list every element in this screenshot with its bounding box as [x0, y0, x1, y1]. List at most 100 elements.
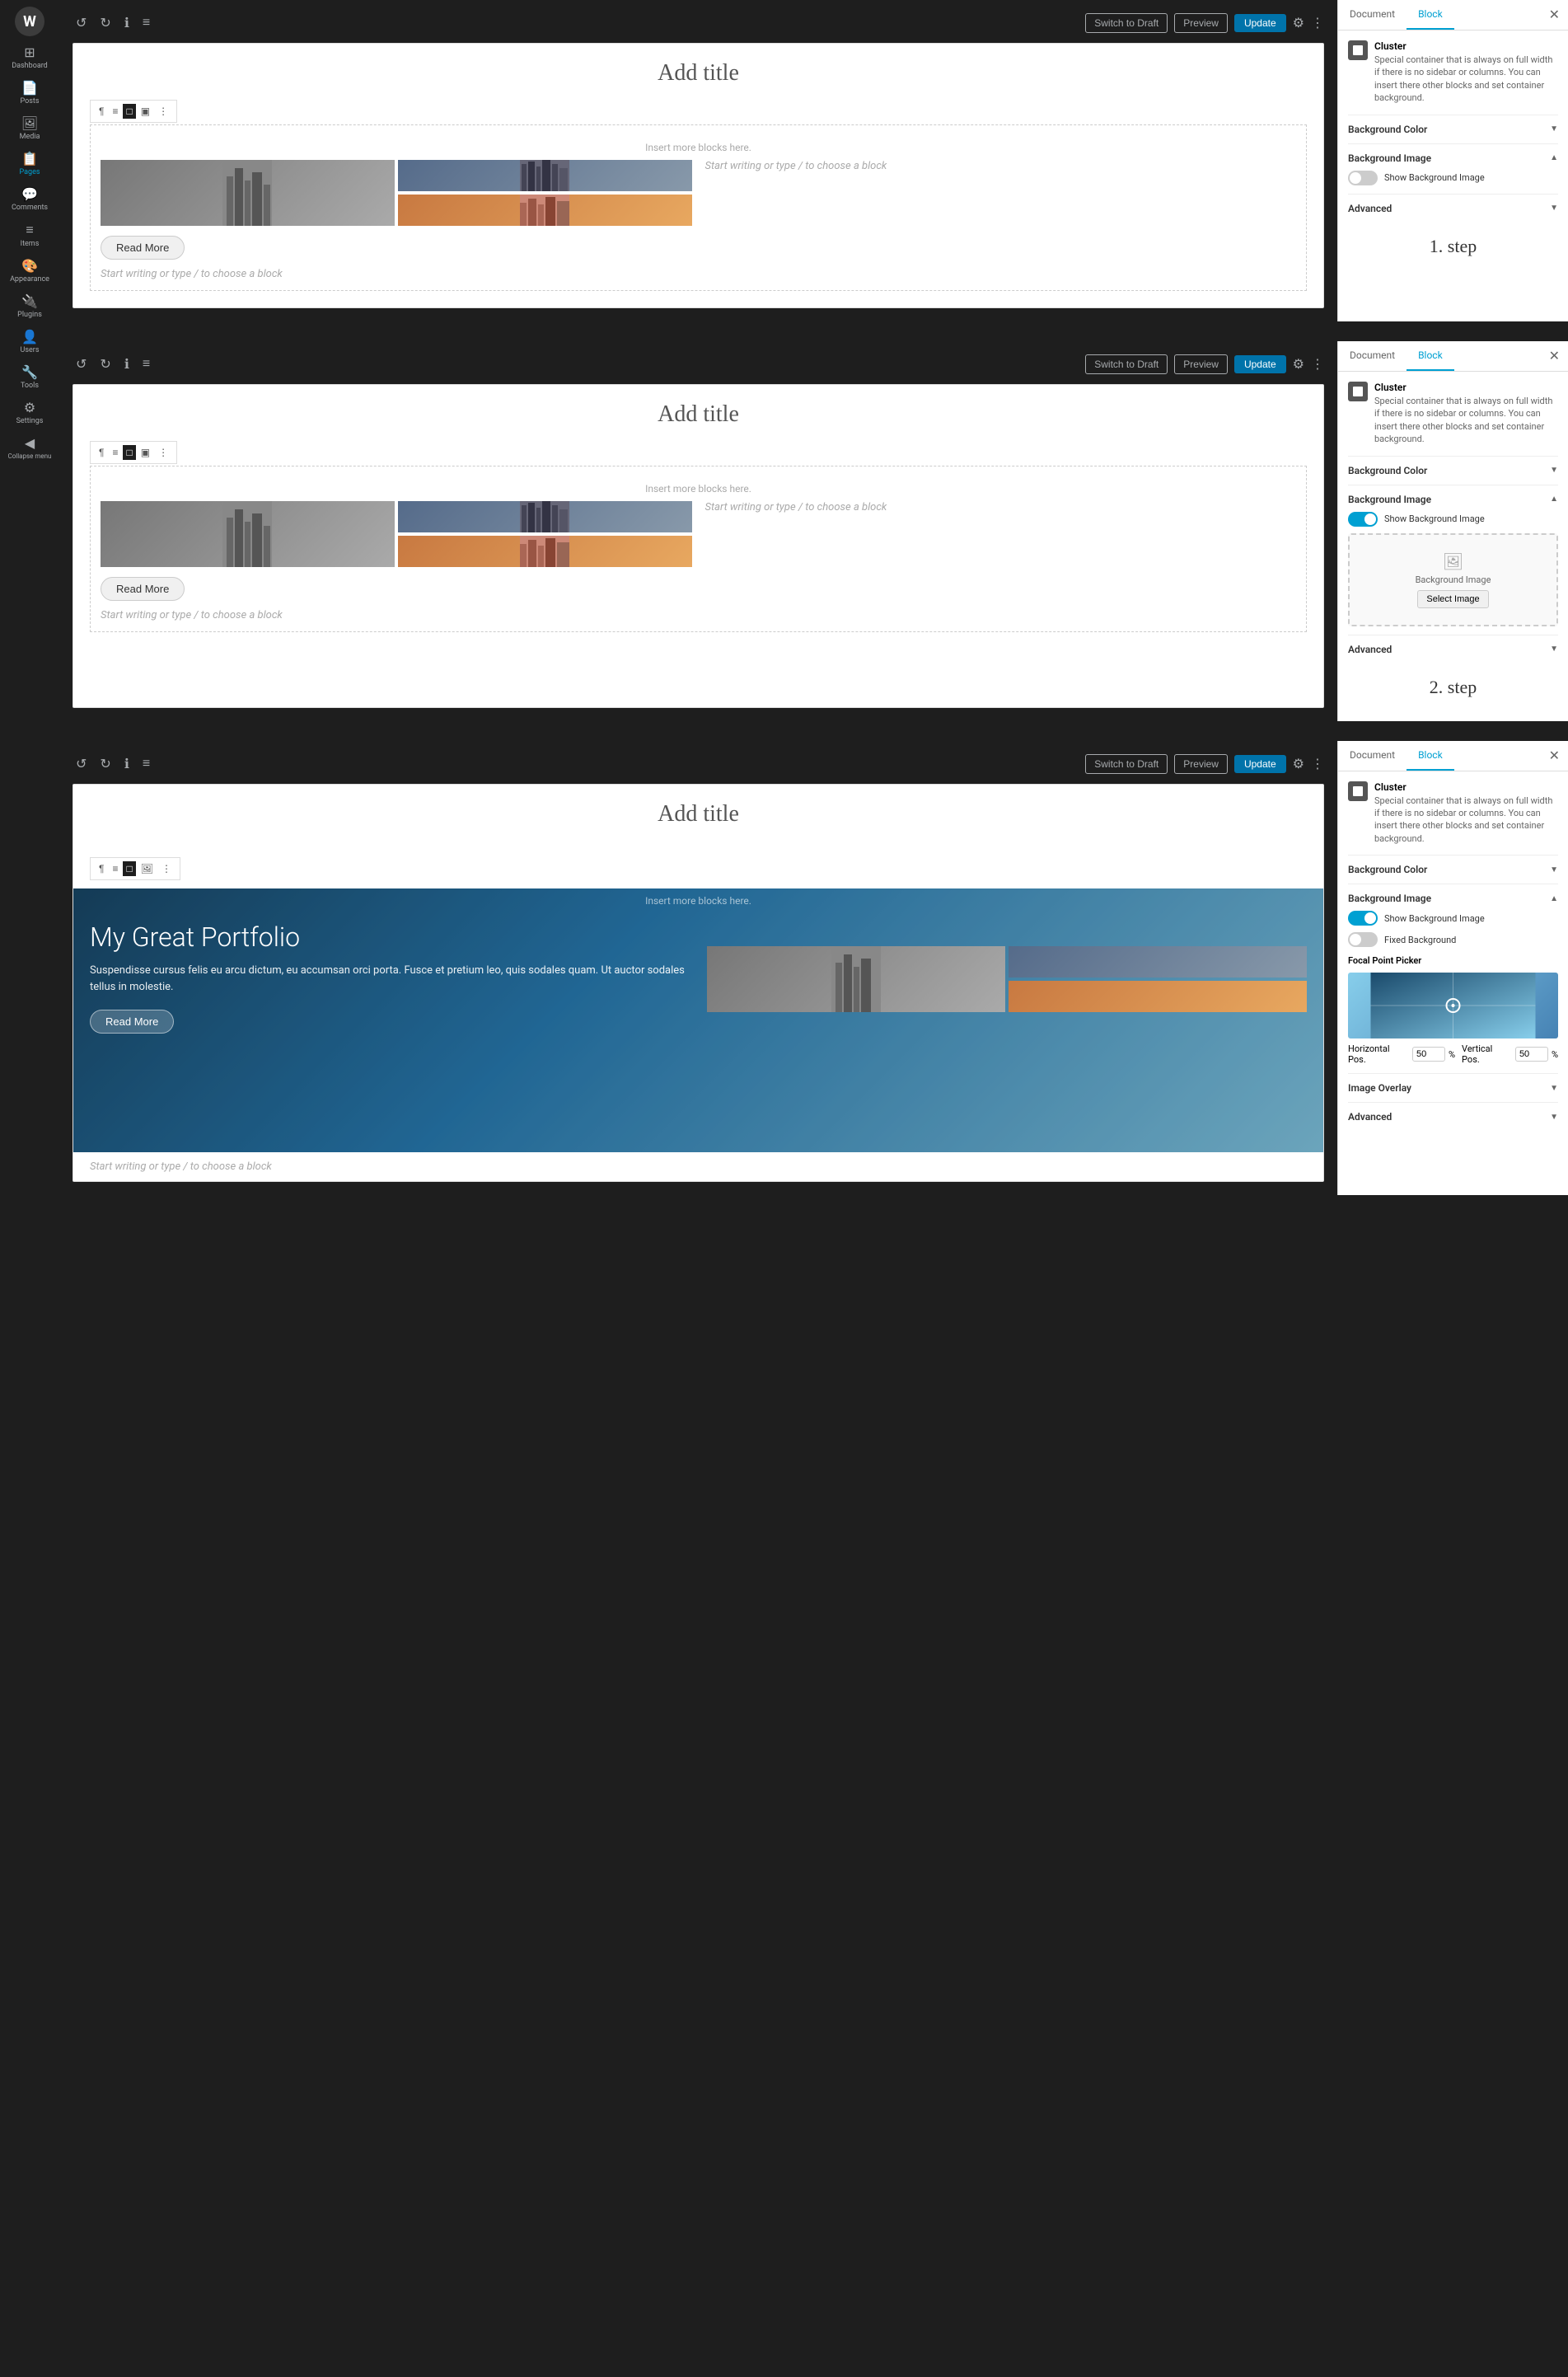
tab-block-3[interactable]: Block — [1407, 741, 1454, 771]
redo-button-2[interactable]: ↻ — [96, 354, 114, 374]
info-button-3[interactable]: ℹ — [121, 754, 133, 774]
update-button-3[interactable]: Update — [1234, 755, 1286, 773]
portfolio-title[interactable]: My Great Portfolio — [90, 921, 690, 953]
read-more-btn-1[interactable]: Read More — [101, 236, 185, 260]
more-btn[interactable]: ⋮ — [155, 104, 171, 119]
undo-button-3[interactable]: ↺ — [73, 754, 90, 774]
sidebar-item-posts[interactable]: 📄 Posts — [0, 75, 59, 110]
settings-button-3[interactable]: ⚙ — [1293, 756, 1304, 772]
show-bg-image-toggle[interactable] — [1348, 171, 1378, 185]
page-title-3[interactable]: Add title — [90, 801, 1307, 827]
image-2-3[interactable] — [398, 536, 692, 567]
more-btn-3[interactable]: ⋮ — [158, 861, 175, 876]
advanced-header-1[interactable]: Advanced ▼ — [1348, 203, 1558, 214]
cluster-btn-2[interactable]: □ — [123, 445, 135, 460]
image-3-3[interactable] — [1009, 981, 1307, 1012]
fixed-bg-toggle[interactable] — [1348, 932, 1378, 947]
more-btn-2[interactable]: ⋮ — [155, 445, 171, 460]
tab-block-1[interactable]: Block — [1407, 0, 1454, 30]
sidebar-item-plugins[interactable]: 🔌 Plugins — [0, 288, 59, 324]
read-more-btn-2[interactable]: Read More — [101, 577, 185, 601]
show-bg-image-toggle-3[interactable] — [1348, 911, 1378, 926]
image-2-2[interactable] — [398, 501, 692, 532]
paragraph-btn[interactable]: ¶ — [96, 104, 107, 119]
h-pos-input[interactable] — [1412, 1047, 1445, 1062]
undo-button-2[interactable]: ↺ — [73, 354, 90, 374]
image-overlay-header[interactable]: Image Overlay ▼ — [1348, 1082, 1558, 1094]
panel-close-3[interactable]: ✕ — [1541, 741, 1568, 771]
start-writing-2[interactable]: Start writing or type / to choose a bloc… — [101, 609, 692, 621]
list-view-button[interactable]: ≡ — [139, 14, 153, 32]
update-button-2[interactable]: Update — [1234, 355, 1286, 373]
switch-to-draft-button-2[interactable]: Switch to Draft — [1085, 354, 1168, 374]
image-3-2[interactable] — [1009, 946, 1307, 978]
sidebar-item-items[interactable]: ≡ Items — [0, 217, 59, 253]
preview-button[interactable]: Preview — [1174, 13, 1228, 33]
bg-image-header-2[interactable]: Background Image ▲ — [1348, 494, 1558, 505]
sidebar-item-pages[interactable]: 📋 Pages — [0, 146, 59, 181]
sidebar-item-collapse[interactable]: ◀ Collapse menu — [0, 430, 59, 465]
bg-color-header-1[interactable]: Background Color ▼ — [1348, 124, 1558, 135]
show-bg-image-toggle-2[interactable] — [1348, 512, 1378, 527]
image-1[interactable] — [101, 160, 395, 226]
page-title-1[interactable]: Add title — [90, 60, 1307, 87]
start-writing-1[interactable]: Start writing or type / to choose a bloc… — [101, 268, 692, 280]
wp-logo[interactable]: W — [15, 7, 44, 36]
cluster-btn[interactable]: □ — [123, 104, 135, 119]
bg-color-header-2[interactable]: Background Color ▼ — [1348, 465, 1558, 476]
sidebar-item-settings[interactable]: ⚙ Settings — [0, 395, 59, 430]
paragraph-btn-2[interactable]: ¶ — [96, 445, 107, 460]
more-options-button[interactable]: ⋮ — [1311, 15, 1324, 31]
image-2[interactable] — [398, 160, 692, 191]
more-options-button-2[interactable]: ⋮ — [1311, 356, 1324, 373]
list-btn[interactable]: ≡ — [109, 104, 121, 119]
switch-to-draft-button-3[interactable]: Switch to Draft — [1085, 754, 1168, 774]
list-view-button-2[interactable]: ≡ — [139, 355, 153, 373]
preview-button-2[interactable]: Preview — [1174, 354, 1228, 374]
cluster-btn-3[interactable]: □ — [123, 861, 135, 876]
bg-image-header-3[interactable]: Background Image ▲ — [1348, 893, 1558, 904]
bg-image-header-1[interactable]: Background Image ▲ — [1348, 152, 1558, 164]
image-btn[interactable]: ▣ — [138, 104, 153, 119]
sidebar-item-media[interactable]: 🖼 Media — [0, 110, 59, 146]
more-options-button-3[interactable]: ⋮ — [1311, 756, 1324, 772]
image-btn-2[interactable]: ▣ — [138, 445, 153, 460]
sidebar-item-dashboard[interactable]: ⊞ Dashboard — [0, 40, 59, 75]
bg-color-header-3[interactable]: Background Color ▼ — [1348, 864, 1558, 875]
panel-close-2[interactable]: ✕ — [1541, 341, 1568, 371]
start-writing-3[interactable]: Start writing or type / to choose a bloc… — [90, 1160, 1307, 1173]
switch-to-draft-button[interactable]: Switch to Draft — [1085, 13, 1168, 33]
image-2-1[interactable] — [101, 501, 395, 567]
image-upload-box-2[interactable]: 🖼 Background Image Select Image — [1348, 533, 1558, 626]
sidebar-item-tools[interactable]: 🔧 Tools — [0, 359, 59, 395]
list-btn-3[interactable]: ≡ — [109, 861, 121, 876]
read-more-btn-3[interactable]: Read More — [90, 1010, 174, 1034]
start-writing-right-1[interactable]: Start writing or type / to choose a bloc… — [705, 160, 1297, 172]
redo-button[interactable]: ↻ — [96, 13, 114, 33]
v-pos-input[interactable] — [1515, 1047, 1548, 1062]
sidebar-item-users[interactable]: 👤 Users — [0, 324, 59, 359]
select-image-btn-2[interactable]: Select Image — [1417, 590, 1488, 608]
advanced-header-2[interactable]: Advanced ▼ — [1348, 644, 1558, 655]
image-3[interactable] — [398, 195, 692, 226]
advanced-header-3[interactable]: Advanced ▼ — [1348, 1111, 1558, 1123]
focal-point-preview[interactable] — [1348, 973, 1558, 1038]
settings-button-2[interactable]: ⚙ — [1293, 356, 1304, 373]
list-view-button-3[interactable]: ≡ — [139, 755, 153, 773]
image-btn-3[interactable]: 🖼 — [138, 861, 157, 876]
image-3-1[interactable] — [707, 946, 1005, 1012]
panel-close-1[interactable]: ✕ — [1541, 0, 1568, 30]
list-btn-2[interactable]: ≡ — [109, 445, 121, 460]
sidebar-item-comments[interactable]: 💬 Comments — [0, 181, 59, 217]
undo-button[interactable]: ↺ — [73, 13, 90, 33]
sidebar-item-appearance[interactable]: 🎨 Appearance — [0, 253, 59, 288]
page-title-2[interactable]: Add title — [90, 401, 1307, 428]
info-button[interactable]: ℹ — [121, 13, 133, 33]
redo-button-3[interactable]: ↻ — [96, 754, 114, 774]
tab-document-1[interactable]: Document — [1338, 0, 1407, 30]
tab-block-2[interactable]: Block — [1407, 341, 1454, 371]
preview-button-3[interactable]: Preview — [1174, 754, 1228, 774]
update-button[interactable]: Update — [1234, 14, 1286, 32]
settings-button[interactable]: ⚙ — [1293, 15, 1304, 31]
start-writing-right-2[interactable]: Start writing or type / to choose a bloc… — [705, 501, 1297, 513]
